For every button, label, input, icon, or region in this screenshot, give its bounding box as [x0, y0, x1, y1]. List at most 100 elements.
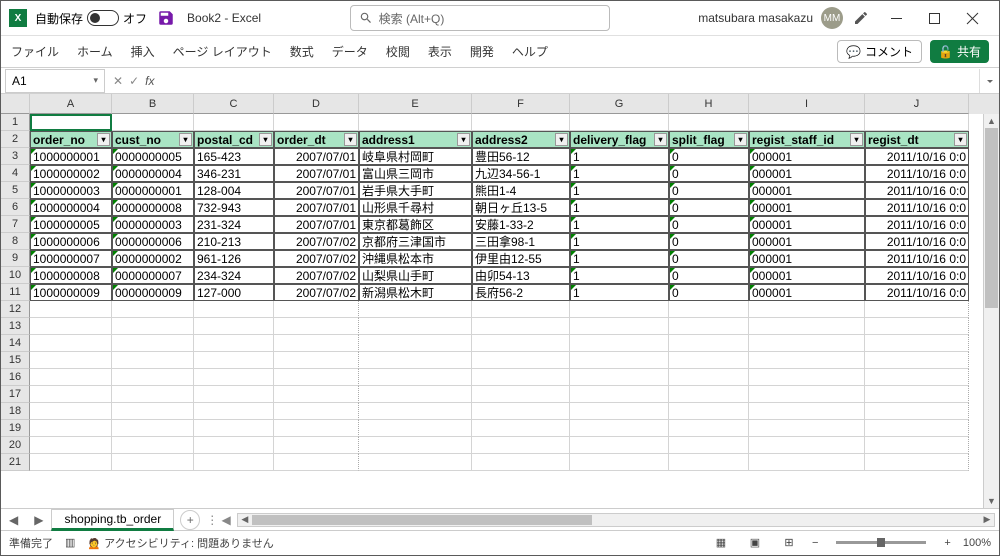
cell[interactable]: [274, 114, 359, 131]
cell[interactable]: [570, 437, 669, 454]
cell[interactable]: 0000000007: [112, 267, 194, 284]
cell[interactable]: 2007/07/02: [274, 250, 359, 267]
avatar[interactable]: MM: [821, 7, 843, 29]
cell[interactable]: order_dt▾: [274, 131, 359, 148]
cell[interactable]: 富山県三岡市: [359, 165, 472, 182]
cell[interactable]: [865, 369, 969, 386]
cell[interactable]: 0000000001: [112, 182, 194, 199]
column-header[interactable]: C: [194, 94, 274, 114]
cell[interactable]: [194, 318, 274, 335]
zoom-in-button[interactable]: +: [944, 537, 950, 549]
cell[interactable]: [194, 420, 274, 437]
cell[interactable]: [194, 114, 274, 131]
filter-button[interactable]: ▾: [734, 133, 747, 146]
cell[interactable]: regist_staff_id▾: [749, 131, 865, 148]
cell[interactable]: [112, 318, 194, 335]
filter-button[interactable]: ▾: [97, 133, 110, 146]
cell[interactable]: [194, 301, 274, 318]
cell[interactable]: [570, 352, 669, 369]
cell[interactable]: 1: [570, 148, 669, 165]
cell[interactable]: [112, 114, 194, 131]
cell[interactable]: 000001: [749, 199, 865, 216]
cell[interactable]: 0000000005: [112, 148, 194, 165]
cell[interactable]: address2▾: [472, 131, 570, 148]
zoom-slider[interactable]: [836, 541, 926, 544]
cell[interactable]: [274, 454, 359, 471]
autosave-toggle[interactable]: 自動保存 オフ: [35, 10, 147, 27]
cell[interactable]: [749, 403, 865, 420]
cell[interactable]: 1000000003: [30, 182, 112, 199]
tab-insert[interactable]: 挿入: [131, 43, 155, 60]
toggle-off-icon[interactable]: [87, 10, 119, 26]
cell[interactable]: [274, 301, 359, 318]
cell[interactable]: [749, 352, 865, 369]
row-header[interactable]: 18: [1, 403, 30, 420]
maximize-button[interactable]: [915, 3, 953, 33]
filter-button[interactable]: ▾: [179, 133, 192, 146]
cell[interactable]: 0000000003: [112, 216, 194, 233]
cell[interactable]: 安藤1-33-2: [472, 216, 570, 233]
next-sheet-icon[interactable]: ▶: [26, 513, 51, 527]
cell[interactable]: 朝日ヶ丘13-5: [472, 199, 570, 216]
cell[interactable]: [194, 386, 274, 403]
cell[interactable]: [669, 420, 749, 437]
cell[interactable]: [112, 454, 194, 471]
cell[interactable]: 由卯54-13: [472, 267, 570, 284]
tab-file[interactable]: ファイル: [11, 43, 59, 60]
comment-button[interactable]: 💬 コメント: [837, 40, 922, 63]
cell[interactable]: 0: [669, 233, 749, 250]
cell[interactable]: 長府56-2: [472, 284, 570, 301]
cell[interactable]: [865, 403, 969, 420]
cell[interactable]: 0: [669, 216, 749, 233]
cell[interactable]: [570, 335, 669, 352]
cell[interactable]: 0000000009: [112, 284, 194, 301]
row-header[interactable]: 15: [1, 352, 30, 369]
tab-data[interactable]: データ: [332, 43, 368, 60]
cell[interactable]: 1000000009: [30, 284, 112, 301]
cell[interactable]: [749, 454, 865, 471]
cell[interactable]: 1: [570, 233, 669, 250]
cell[interactable]: 0: [669, 165, 749, 182]
cell[interactable]: [194, 454, 274, 471]
cell[interactable]: 0: [669, 267, 749, 284]
row-header[interactable]: 16: [1, 369, 30, 386]
cell[interactable]: delivery_flag▾: [570, 131, 669, 148]
cell[interactable]: [274, 318, 359, 335]
cell[interactable]: [359, 335, 472, 352]
cell[interactable]: [570, 403, 669, 420]
cell[interactable]: [865, 318, 969, 335]
expand-formula-icon[interactable]: [979, 69, 999, 93]
cell[interactable]: [570, 386, 669, 403]
cell[interactable]: [112, 301, 194, 318]
row-header[interactable]: 14: [1, 335, 30, 352]
cell[interactable]: [570, 369, 669, 386]
cell[interactable]: 1: [570, 182, 669, 199]
row-header[interactable]: 21: [1, 454, 30, 471]
tab-review[interactable]: 校閲: [386, 43, 410, 60]
fx-icon[interactable]: fx: [145, 74, 154, 88]
row-header[interactable]: 19: [1, 420, 30, 437]
row-header[interactable]: 11: [1, 284, 30, 301]
cell[interactable]: 1000000007: [30, 250, 112, 267]
cell[interactable]: 346-231: [194, 165, 274, 182]
cell[interactable]: 000001: [749, 284, 865, 301]
cell[interactable]: [30, 318, 112, 335]
cell[interactable]: 0: [669, 199, 749, 216]
cell[interactable]: [669, 318, 749, 335]
cell[interactable]: 岐阜県村岡町: [359, 148, 472, 165]
cell[interactable]: 1000000004: [30, 199, 112, 216]
horizontal-scrollbar[interactable]: ◀ ▶: [237, 513, 995, 527]
page-break-button[interactable]: ⊞: [778, 534, 800, 552]
cell[interactable]: [30, 352, 112, 369]
cell[interactable]: 231-324: [194, 216, 274, 233]
cell[interactable]: [865, 420, 969, 437]
cell[interactable]: 0: [669, 284, 749, 301]
cell[interactable]: [669, 403, 749, 420]
cell[interactable]: 2011/10/16 0:0: [865, 267, 969, 284]
cell[interactable]: [112, 335, 194, 352]
cell[interactable]: [274, 437, 359, 454]
column-header[interactable]: I: [749, 94, 865, 114]
cell[interactable]: [359, 369, 472, 386]
cell[interactable]: [112, 420, 194, 437]
cell[interactable]: [570, 114, 669, 131]
